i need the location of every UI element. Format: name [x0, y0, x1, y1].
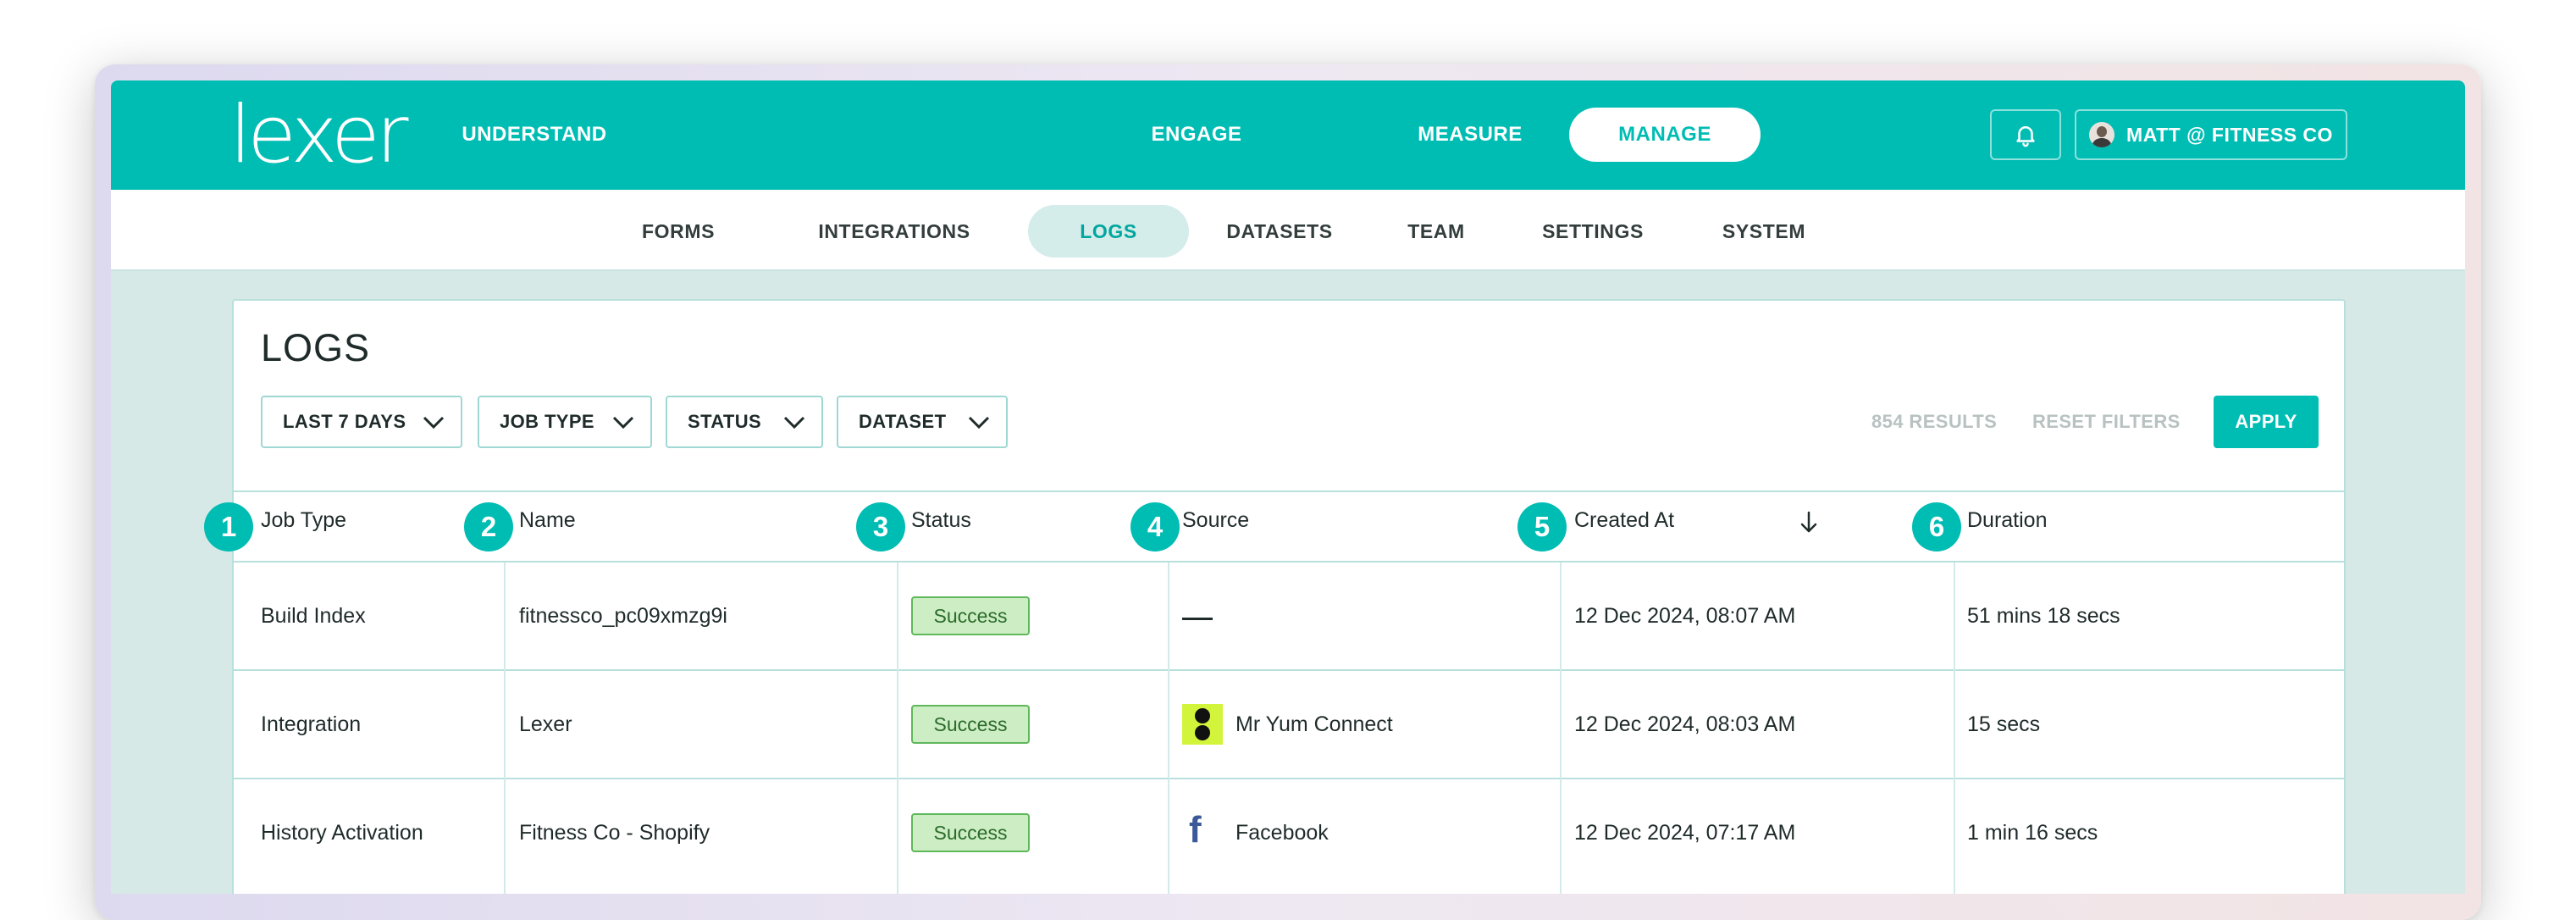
- table-top-border: [234, 490, 2344, 492]
- cell-duration: 51 mins 18 secs: [1967, 604, 2120, 628]
- user-menu-label: MATT @ FITNESS CO: [2126, 123, 2333, 146]
- column-divider: [897, 563, 898, 894]
- tab-forms[interactable]: FORMS: [619, 205, 738, 258]
- cell-name: Fitness Co - Shopify: [519, 821, 710, 845]
- cell-job-type: Build Index: [261, 604, 366, 628]
- notifications-button[interactable]: [1990, 109, 2061, 160]
- column-marker-4: 4: [1130, 502, 1180, 551]
- dataset-filter[interactable]: DATASET: [837, 396, 1008, 448]
- reset-filters-link[interactable]: RESET FILTERS: [2032, 411, 2181, 433]
- tab-datasets[interactable]: DATASETS: [1212, 205, 1347, 258]
- tab-settings[interactable]: SETTINGS: [1517, 205, 1669, 258]
- column-marker-6: 6: [1912, 502, 1961, 551]
- column-header-source[interactable]: Source: [1182, 508, 1249, 533]
- cell-duration: 1 min 16 secs: [1967, 821, 2098, 845]
- cell-duration: 15 secs: [1967, 712, 2041, 736]
- results-count: 854 RESULTS: [1871, 411, 1998, 432]
- tab-integrations[interactable]: INTEGRATIONS: [805, 205, 983, 258]
- top-bar: lexer UNDERSTAND ENGAGE MEASURE MANAGE M…: [111, 80, 2465, 190]
- date-range-filter[interactable]: LAST 7 DAYS: [261, 396, 462, 448]
- cell-name: fitnessco_pc09xmzg9i: [519, 604, 727, 628]
- table-header-border: [234, 561, 2344, 563]
- tab-logs[interactable]: LOGS: [1028, 205, 1189, 258]
- column-header-created-at[interactable]: Created At: [1574, 508, 1674, 533]
- row-divider: [234, 778, 2344, 779]
- tab-team[interactable]: TEAM: [1390, 205, 1483, 258]
- cell-created-at: 12 Dec 2024, 08:03 AM: [1574, 712, 1796, 736]
- cell-source: Facebook: [1235, 821, 1329, 845]
- logs-panel: LOGS LAST 7 DAYS JOB TYPE STATUS DATASET…: [232, 299, 2346, 894]
- lexer-logo[interactable]: lexer: [229, 96, 409, 175]
- cell-job-type: Integration: [261, 712, 362, 736]
- tab-system[interactable]: SYSTEM: [1709, 205, 1819, 258]
- column-divider: [504, 563, 506, 894]
- column-marker-5: 5: [1517, 502, 1567, 551]
- column-divider: [1168, 563, 1169, 894]
- column-divider: [1954, 563, 1955, 894]
- status-badge: Success: [911, 596, 1030, 635]
- status-badge: Success: [911, 705, 1030, 744]
- chevron-down-icon: [612, 416, 634, 430]
- job-type-filter[interactable]: JOB TYPE: [478, 396, 652, 448]
- chevron-down-icon: [968, 416, 990, 430]
- apply-button[interactable]: APPLY: [2214, 396, 2319, 448]
- app-window: lexer UNDERSTAND ENGAGE MEASURE MANAGE M…: [111, 80, 2465, 894]
- column-marker-2: 2: [464, 502, 513, 551]
- cell-job-type: History Activation: [261, 821, 423, 845]
- nav-engage[interactable]: ENGAGE: [1152, 108, 1242, 162]
- empty-source-dash: [1182, 618, 1213, 620]
- user-menu-button[interactable]: MATT @ FITNESS CO: [2075, 109, 2347, 160]
- status-filter-label: STATUS: [688, 411, 762, 432]
- column-marker-1: 1: [204, 502, 253, 551]
- cell-name: Lexer: [519, 712, 572, 736]
- row-divider: [234, 669, 2344, 671]
- facebook-logo-icon: f: [1189, 809, 1202, 851]
- column-header-name[interactable]: Name: [519, 508, 576, 533]
- chevron-down-icon: [783, 416, 805, 430]
- sub-nav-bar: FORMS INTEGRATIONS LOGS DATASETS TEAM SE…: [111, 190, 2465, 271]
- page-title: LOGS: [261, 326, 371, 369]
- sort-descending-icon[interactable]: [1798, 510, 1820, 535]
- cell-source: Mr Yum Connect: [1235, 712, 1393, 736]
- nav-measure[interactable]: MEASURE: [1402, 108, 1538, 162]
- column-marker-3: 3: [856, 502, 905, 551]
- date-range-filter-label: LAST 7 DAYS: [283, 411, 406, 432]
- dataset-filter-label: DATASET: [859, 411, 947, 432]
- nav-understand[interactable]: UNDERSTAND: [441, 108, 627, 162]
- bell-icon: [2016, 126, 2035, 147]
- column-header-duration[interactable]: Duration: [1967, 508, 2048, 533]
- nav-manage[interactable]: MANAGE: [1569, 108, 1761, 162]
- mr-yum-logo-icon: [1182, 704, 1223, 745]
- column-header-status[interactable]: Status: [911, 508, 971, 533]
- chevron-down-icon: [423, 416, 445, 430]
- status-badge: Success: [911, 813, 1030, 852]
- column-header-job-type[interactable]: Job Type: [261, 508, 346, 533]
- cell-created-at: 12 Dec 2024, 07:17 AM: [1574, 821, 1796, 845]
- status-filter[interactable]: STATUS: [666, 396, 823, 448]
- column-divider: [1560, 563, 1562, 894]
- avatar: [2089, 122, 2115, 147]
- job-type-filter-label: JOB TYPE: [500, 411, 595, 432]
- cell-created-at: 12 Dec 2024, 08:07 AM: [1574, 604, 1796, 628]
